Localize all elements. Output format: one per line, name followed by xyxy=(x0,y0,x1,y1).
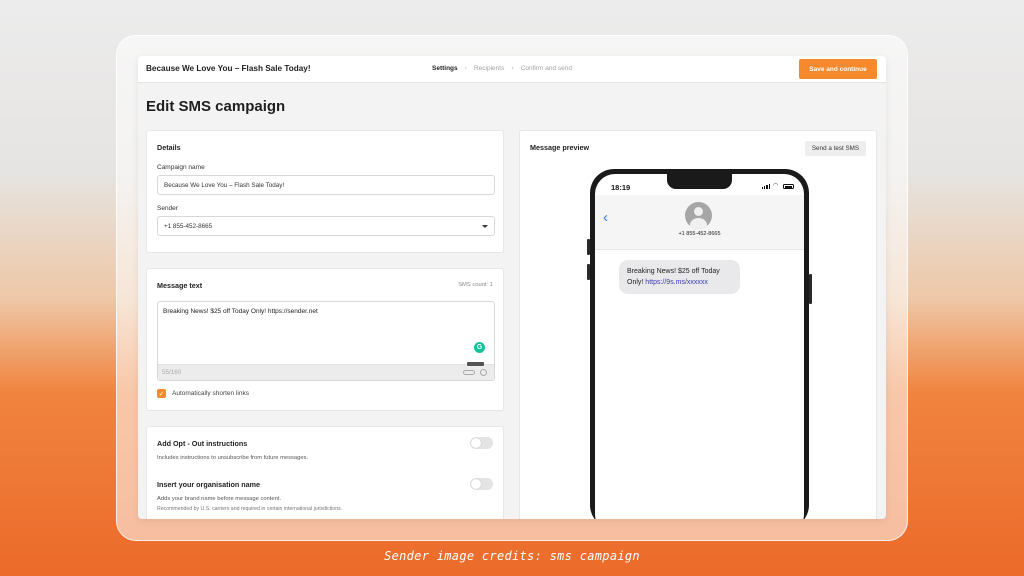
sender-value: +1 855-452-8665 xyxy=(164,222,213,230)
phone-button xyxy=(587,264,590,280)
org-name-title: Insert your organisation name xyxy=(157,480,261,489)
status-time: 18:19 xyxy=(611,183,631,192)
chevron-down-icon xyxy=(482,225,488,228)
phone-button xyxy=(587,239,590,255)
message-bubble: Breaking News! $25 off Today Only! https… xyxy=(619,260,740,294)
campaign-name-input[interactable]: Because We Love You – Flash Sale Today! xyxy=(157,175,495,195)
send-test-sms-button[interactable]: Send a test SMS xyxy=(805,141,866,156)
sender-select[interactable]: +1 855-452-8665 xyxy=(157,216,495,236)
phone-button xyxy=(809,274,812,304)
link-icon[interactable] xyxy=(463,370,475,375)
org-name-description: Adds your brand name before message cont… xyxy=(157,496,282,502)
image-credit: Sender image credits: sms campaign xyxy=(384,549,640,563)
message-textarea[interactable]: Breaking News! $25 off Today Only! https… xyxy=(157,301,495,381)
step-confirm[interactable]: Confirm and send xyxy=(521,65,572,72)
optout-toggle[interactable] xyxy=(470,437,493,449)
phone-mockup: 18:19 ◠ ‹ +1 855-452-8665 Breaking News!… xyxy=(587,169,812,519)
contact-number: +1 855-452-8665 xyxy=(678,231,721,237)
page-title: Edit SMS campaign xyxy=(146,98,286,115)
details-card: Details Campaign name Because We Love Yo… xyxy=(146,130,504,253)
shorten-links-label: Automatically shorten links xyxy=(172,390,249,397)
grammarly-icon[interactable]: G xyxy=(474,342,485,353)
optout-description: Includes instructions to unsubscribe fro… xyxy=(157,455,309,461)
wifi-icon: ◠ xyxy=(773,183,779,189)
status-icons: ◠ xyxy=(761,183,794,189)
campaign-title: Because We Love You – Flash Sale Today! xyxy=(146,64,311,73)
chevron-right-icon: › xyxy=(464,65,467,72)
message-text: Breaking News! $25 off Today Only! https… xyxy=(163,308,318,315)
options-card: Add Opt - Out instructions Includes inst… xyxy=(146,426,504,519)
chevron-left-icon[interactable]: ‹ xyxy=(603,209,608,226)
shorten-links-checkbox[interactable]: ✓ xyxy=(157,389,166,398)
avatar-icon xyxy=(685,202,712,229)
save-and-continue-button[interactable]: Save and continue xyxy=(799,59,877,79)
phone-screen: 18:19 ◠ ‹ +1 855-452-8665 Breaking News!… xyxy=(595,174,804,519)
step-settings[interactable]: Settings xyxy=(432,65,458,72)
preview-card: Message preview Send a test SMS 18:19 ◠ … xyxy=(519,130,877,519)
campaign-name-label: Campaign name xyxy=(157,164,205,171)
message-card: Message text SMS count: 1 Breaking News!… xyxy=(146,268,504,411)
sms-count: SMS count: 1 xyxy=(458,282,493,288)
phone-notch xyxy=(667,174,732,189)
message-title: Message text xyxy=(157,281,203,290)
org-name-note: Recommended by U.S. carriers and require… xyxy=(157,506,343,512)
top-bar: Because We Love You – Flash Sale Today! … xyxy=(138,56,886,83)
details-title: Details xyxy=(157,143,181,152)
emoji-icon[interactable] xyxy=(480,369,487,376)
textarea-footer: 55/160 xyxy=(158,362,494,380)
battery-icon xyxy=(783,184,794,189)
chevron-right-icon: › xyxy=(511,65,514,72)
org-name-toggle[interactable] xyxy=(470,478,493,490)
campaign-name-value: Because We Love You – Flash Sale Today! xyxy=(164,181,285,189)
signal-icon xyxy=(761,184,770,189)
preview-title: Message preview xyxy=(530,143,590,152)
app-window: Because We Love You – Flash Sale Today! … xyxy=(138,56,886,519)
optout-title: Add Opt - Out instructions xyxy=(157,439,248,448)
bubble-link[interactable]: https://9s.ms/xxxxxx xyxy=(645,279,708,286)
sender-label: Sender xyxy=(157,205,178,212)
step-recipients[interactable]: Recipients xyxy=(474,65,504,72)
step-breadcrumb: Settings › Recipients › Confirm and send xyxy=(432,65,572,72)
tooltip xyxy=(467,362,484,366)
char-counter: 55/160 xyxy=(162,369,182,376)
sms-header: ‹ +1 855-452-8665 xyxy=(595,195,804,250)
